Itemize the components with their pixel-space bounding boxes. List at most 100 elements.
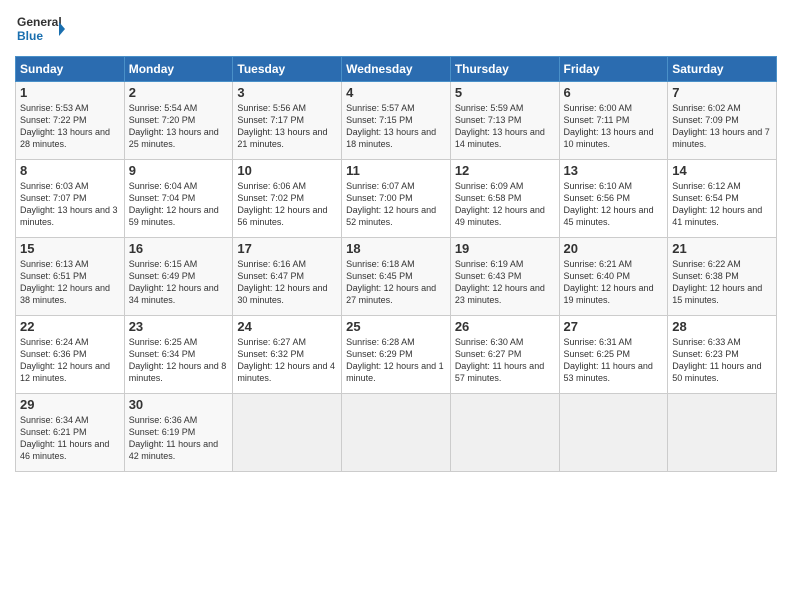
day-cell: 8Sunrise: 6:03 AM Sunset: 7:07 PM Daylig… bbox=[16, 160, 125, 238]
day-cell: 20 Sunrise: 6:21 AM Sunset: 6:40 PM Dayli… bbox=[559, 238, 668, 316]
day-details: Sunrise: 6:30 AM Sunset: 6:27 PM Dayligh… bbox=[455, 336, 555, 385]
day-cell: 21 Sunrise: 6:22 AM Sunset: 6:38 PM Dayli… bbox=[668, 238, 777, 316]
day-cell bbox=[233, 394, 342, 472]
day-details: Sunrise: 6:19 AM Sunset: 6:43 PM Dayligh… bbox=[455, 258, 555, 307]
day-number: 23 bbox=[129, 319, 229, 334]
day-details: Sunrise: 5:56 AM Sunset: 7:17 PM Dayligh… bbox=[237, 102, 337, 151]
day-number: 25 bbox=[346, 319, 446, 334]
day-details: Sunrise: 6:00 AM Sunset: 7:11 PM Dayligh… bbox=[564, 102, 664, 151]
day-details: Sunrise: 6:02 AM Sunset: 7:09 PM Dayligh… bbox=[672, 102, 772, 151]
week-row-4: 22Sunrise: 6:24 AM Sunset: 6:36 PM Dayli… bbox=[16, 316, 777, 394]
day-cell: 12 Sunrise: 6:09 AM Sunset: 6:58 PM Dayli… bbox=[450, 160, 559, 238]
day-cell: 29 Sunrise: 6:34 AM Sunset: 6:21 PM Dayli… bbox=[16, 394, 125, 472]
col-header-saturday: Saturday bbox=[668, 57, 777, 82]
day-cell: 6 Sunrise: 6:00 AM Sunset: 7:11 PM Daylig… bbox=[559, 82, 668, 160]
day-number: 4 bbox=[346, 85, 446, 100]
header: General Blue bbox=[15, 10, 777, 48]
logo-svg: General Blue bbox=[15, 10, 65, 48]
day-cell: 15Sunrise: 6:13 AM Sunset: 6:51 PM Dayli… bbox=[16, 238, 125, 316]
days-header-row: SundayMondayTuesdayWednesdayThursdayFrid… bbox=[16, 57, 777, 82]
day-details: Sunrise: 5:57 AM Sunset: 7:15 PM Dayligh… bbox=[346, 102, 446, 151]
day-cell: 22Sunrise: 6:24 AM Sunset: 6:36 PM Dayli… bbox=[16, 316, 125, 394]
calendar-container: General Blue SundayMondayTuesdayWednesda… bbox=[0, 0, 792, 612]
day-cell: 10Sunrise: 6:06 AM Sunset: 7:02 PM Dayli… bbox=[233, 160, 342, 238]
col-header-sunday: Sunday bbox=[16, 57, 125, 82]
col-header-monday: Monday bbox=[124, 57, 233, 82]
svg-text:General: General bbox=[17, 15, 62, 29]
day-number: 1 bbox=[20, 85, 120, 100]
day-details: Sunrise: 6:31 AM Sunset: 6:25 PM Dayligh… bbox=[564, 336, 664, 385]
day-cell: 30Sunrise: 6:36 AM Sunset: 6:19 PM Dayli… bbox=[124, 394, 233, 472]
day-details: Sunrise: 6:09 AM Sunset: 6:58 PM Dayligh… bbox=[455, 180, 555, 229]
day-details: Sunrise: 6:22 AM Sunset: 6:38 PM Dayligh… bbox=[672, 258, 772, 307]
day-cell: 18 Sunrise: 6:18 AM Sunset: 6:45 PM Dayli… bbox=[342, 238, 451, 316]
day-details: Sunrise: 6:06 AM Sunset: 7:02 PM Dayligh… bbox=[237, 180, 337, 229]
day-details: Sunrise: 6:33 AM Sunset: 6:23 PM Dayligh… bbox=[672, 336, 772, 385]
logo: General Blue bbox=[15, 10, 65, 48]
day-number: 18 bbox=[346, 241, 446, 256]
week-row-5: 29 Sunrise: 6:34 AM Sunset: 6:21 PM Dayli… bbox=[16, 394, 777, 472]
day-details: Sunrise: 6:34 AM Sunset: 6:21 PM Dayligh… bbox=[20, 414, 120, 463]
col-header-tuesday: Tuesday bbox=[233, 57, 342, 82]
day-cell: 17 Sunrise: 6:16 AM Sunset: 6:47 PM Dayli… bbox=[233, 238, 342, 316]
day-details: Sunrise: 6:15 AM Sunset: 6:49 PM Dayligh… bbox=[129, 258, 229, 307]
day-cell: 24 Sunrise: 6:27 AM Sunset: 6:32 PM Dayli… bbox=[233, 316, 342, 394]
day-details: Sunrise: 6:27 AM Sunset: 6:32 PM Dayligh… bbox=[237, 336, 337, 385]
day-cell: 19 Sunrise: 6:19 AM Sunset: 6:43 PM Dayli… bbox=[450, 238, 559, 316]
day-details: Sunrise: 6:21 AM Sunset: 6:40 PM Dayligh… bbox=[564, 258, 664, 307]
day-details: Sunrise: 5:59 AM Sunset: 7:13 PM Dayligh… bbox=[455, 102, 555, 151]
day-number: 26 bbox=[455, 319, 555, 334]
day-cell: 2 Sunrise: 5:54 AM Sunset: 7:20 PM Daylig… bbox=[124, 82, 233, 160]
week-row-2: 8Sunrise: 6:03 AM Sunset: 7:07 PM Daylig… bbox=[16, 160, 777, 238]
day-number: 24 bbox=[237, 319, 337, 334]
day-cell bbox=[668, 394, 777, 472]
day-number: 17 bbox=[237, 241, 337, 256]
day-number: 19 bbox=[455, 241, 555, 256]
day-number: 2 bbox=[129, 85, 229, 100]
day-cell: 25 Sunrise: 6:28 AM Sunset: 6:29 PM Dayli… bbox=[342, 316, 451, 394]
day-cell: 11 Sunrise: 6:07 AM Sunset: 7:00 PM Dayli… bbox=[342, 160, 451, 238]
day-number: 6 bbox=[564, 85, 664, 100]
day-cell: 3Sunrise: 5:56 AM Sunset: 7:17 PM Daylig… bbox=[233, 82, 342, 160]
day-number: 8 bbox=[20, 163, 120, 178]
day-cell: 4 Sunrise: 5:57 AM Sunset: 7:15 PM Daylig… bbox=[342, 82, 451, 160]
day-cell bbox=[342, 394, 451, 472]
day-number: 21 bbox=[672, 241, 772, 256]
day-details: Sunrise: 6:18 AM Sunset: 6:45 PM Dayligh… bbox=[346, 258, 446, 307]
day-details: Sunrise: 6:28 AM Sunset: 6:29 PM Dayligh… bbox=[346, 336, 446, 385]
day-details: Sunrise: 6:04 AM Sunset: 7:04 PM Dayligh… bbox=[129, 180, 229, 229]
day-number: 5 bbox=[455, 85, 555, 100]
day-cell: 7Sunrise: 6:02 AM Sunset: 7:09 PM Daylig… bbox=[668, 82, 777, 160]
day-details: Sunrise: 6:12 AM Sunset: 6:54 PM Dayligh… bbox=[672, 180, 772, 229]
day-number: 28 bbox=[672, 319, 772, 334]
day-details: Sunrise: 6:10 AM Sunset: 6:56 PM Dayligh… bbox=[564, 180, 664, 229]
day-number: 29 bbox=[20, 397, 120, 412]
week-row-3: 15Sunrise: 6:13 AM Sunset: 6:51 PM Dayli… bbox=[16, 238, 777, 316]
day-details: Sunrise: 6:07 AM Sunset: 7:00 PM Dayligh… bbox=[346, 180, 446, 229]
day-number: 13 bbox=[564, 163, 664, 178]
day-cell: 26 Sunrise: 6:30 AM Sunset: 6:27 PM Dayli… bbox=[450, 316, 559, 394]
day-cell: 28 Sunrise: 6:33 AM Sunset: 6:23 PM Dayli… bbox=[668, 316, 777, 394]
day-number: 15 bbox=[20, 241, 120, 256]
day-cell: 1 Sunrise: 5:53 AM Sunset: 7:22 PM Daylig… bbox=[16, 82, 125, 160]
day-cell bbox=[450, 394, 559, 472]
day-cell: 14 Sunrise: 6:12 AM Sunset: 6:54 PM Dayli… bbox=[668, 160, 777, 238]
day-details: Sunrise: 5:53 AM Sunset: 7:22 PM Dayligh… bbox=[20, 102, 120, 151]
day-details: Sunrise: 6:25 AM Sunset: 6:34 PM Dayligh… bbox=[129, 336, 229, 385]
day-details: Sunrise: 5:54 AM Sunset: 7:20 PM Dayligh… bbox=[129, 102, 229, 151]
day-details: Sunrise: 6:24 AM Sunset: 6:36 PM Dayligh… bbox=[20, 336, 120, 385]
day-cell bbox=[559, 394, 668, 472]
day-number: 11 bbox=[346, 163, 446, 178]
day-number: 30 bbox=[129, 397, 229, 412]
day-number: 9 bbox=[129, 163, 229, 178]
col-header-wednesday: Wednesday bbox=[342, 57, 451, 82]
day-details: Sunrise: 6:16 AM Sunset: 6:47 PM Dayligh… bbox=[237, 258, 337, 307]
day-number: 12 bbox=[455, 163, 555, 178]
day-number: 27 bbox=[564, 319, 664, 334]
day-cell: 13 Sunrise: 6:10 AM Sunset: 6:56 PM Dayli… bbox=[559, 160, 668, 238]
day-number: 20 bbox=[564, 241, 664, 256]
calendar-table: SundayMondayTuesdayWednesdayThursdayFrid… bbox=[15, 56, 777, 472]
day-cell: 9 Sunrise: 6:04 AM Sunset: 7:04 PM Daylig… bbox=[124, 160, 233, 238]
day-number: 14 bbox=[672, 163, 772, 178]
day-cell: 16Sunrise: 6:15 AM Sunset: 6:49 PM Dayli… bbox=[124, 238, 233, 316]
